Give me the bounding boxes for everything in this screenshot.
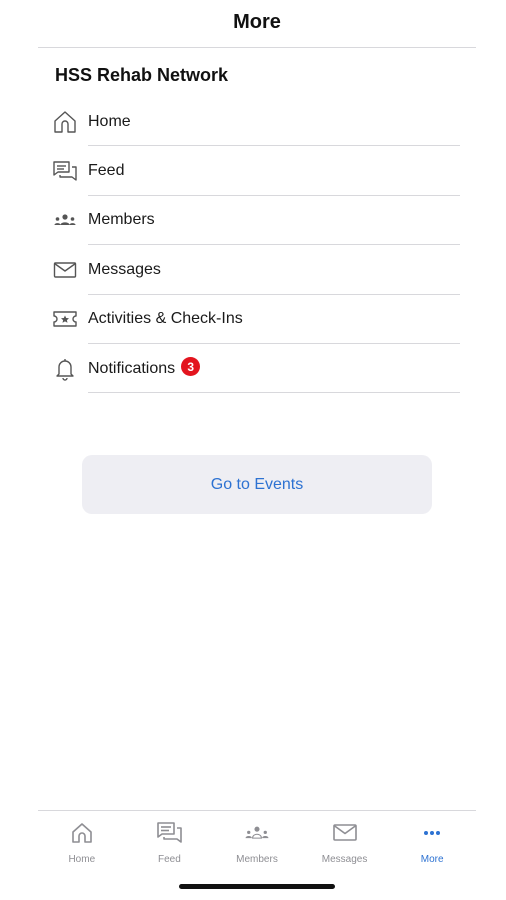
- feed-icon: [155, 820, 183, 851]
- nav-header: More: [38, 0, 476, 48]
- tab-members[interactable]: Members: [213, 811, 301, 866]
- menu-item-label: Home: [88, 112, 131, 130]
- tab-label: More: [420, 854, 444, 865]
- ticket-icon: [52, 306, 78, 332]
- bell-icon: [52, 356, 78, 382]
- tab-bar: Home Feed Members Messages More: [38, 810, 476, 866]
- menu-item-home[interactable]: Home: [52, 97, 460, 147]
- menu-item-messages[interactable]: Messages: [52, 245, 460, 295]
- tab-label: Home: [68, 854, 96, 865]
- members-icon: [243, 820, 271, 851]
- members-icon: [52, 207, 78, 233]
- messages-icon: [52, 257, 78, 283]
- tab-home[interactable]: Home: [38, 811, 126, 866]
- page-title: More: [233, 11, 281, 33]
- menu-item-label: Members: [88, 211, 155, 229]
- divider: [88, 392, 460, 394]
- home-icon: [68, 820, 96, 851]
- menu-item-label: Feed: [88, 162, 125, 180]
- menu-item-activities[interactable]: Activities & Check-Ins: [52, 295, 460, 344]
- go-to-events-button[interactable]: Go to Events: [82, 455, 432, 514]
- more-icon: [418, 820, 446, 851]
- notification-badge: 3: [181, 357, 201, 377]
- org-name: HSS Rehab Network: [55, 65, 229, 85]
- menu-item-label: Activities & Check-Ins: [88, 310, 243, 328]
- home-indicator: [179, 884, 335, 889]
- menu-item-label: Messages: [88, 260, 161, 278]
- feed-icon: [52, 158, 78, 184]
- tab-feed[interactable]: Feed: [126, 811, 214, 866]
- menu-item-members[interactable]: Members: [52, 196, 460, 246]
- tab-label: Messages: [321, 854, 368, 865]
- tab-messages[interactable]: Messages: [301, 811, 389, 866]
- menu-item-feed[interactable]: Feed: [52, 146, 460, 196]
- menu-item-label: Notifications: [88, 359, 176, 377]
- menu-item-notifications[interactable]: Notifications 3: [52, 344, 460, 394]
- messages-icon: [331, 820, 359, 851]
- more-menu: Home Feed Members Messages Activities & …: [52, 97, 460, 394]
- tab-label: Feed: [157, 854, 181, 865]
- home-icon: [52, 109, 78, 135]
- tab-more[interactable]: More: [388, 811, 476, 866]
- tab-label: Members: [236, 854, 278, 865]
